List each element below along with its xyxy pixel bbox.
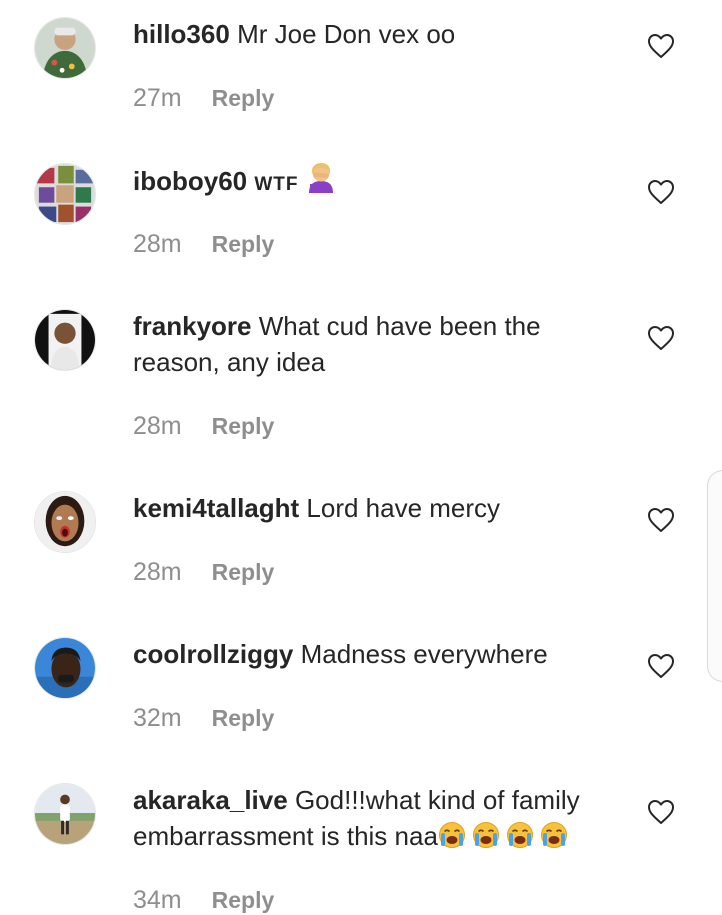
profile-photo-icon xyxy=(35,18,95,78)
like-heart-icon[interactable] xyxy=(647,507,675,533)
avatar[interactable] xyxy=(34,17,96,79)
comment-meta: 28m Reply xyxy=(133,229,274,259)
comment-text: hillo360 Mr Joe Don vex oo xyxy=(133,16,623,52)
avatar[interactable] xyxy=(34,637,96,699)
reply-button[interactable]: Reply xyxy=(212,231,275,257)
comment-timestamp: 28m xyxy=(133,558,182,586)
comment-username[interactable]: coolrollziggy xyxy=(133,639,293,669)
profile-photo-icon xyxy=(35,638,95,698)
profile-photo-icon xyxy=(35,784,95,844)
comment-meta: 32m Reply xyxy=(133,703,274,733)
loudly-crying-face-emoji xyxy=(438,821,466,849)
like-heart-icon[interactable] xyxy=(647,33,675,59)
avatar[interactable] xyxy=(34,783,96,845)
comment-username[interactable]: kemi4tallaght xyxy=(133,493,299,523)
comment-meta: 27m Reply xyxy=(133,83,274,113)
like-heart-icon[interactable] xyxy=(647,325,675,351)
comment-username[interactable]: frankyore xyxy=(133,311,252,341)
comment-timestamp: 27m xyxy=(133,84,182,112)
avatar[interactable] xyxy=(34,491,96,553)
comment-timestamp: 28m xyxy=(133,230,182,258)
comment-text: kemi4tallaght Lord have mercy xyxy=(133,490,623,526)
comment-body: WTF xyxy=(254,174,299,195)
reply-button[interactable]: Reply xyxy=(212,85,275,111)
comment-meta: 28m Reply xyxy=(133,557,274,587)
comment-body: Lord have mercy xyxy=(306,493,501,523)
comment-username[interactable]: iboboy60 xyxy=(133,166,247,196)
reply-button[interactable]: Reply xyxy=(212,559,275,585)
comment-text: coolrollziggy Madness everywhere xyxy=(133,636,623,672)
avatar[interactable] xyxy=(34,309,96,371)
comment-timestamp: 28m xyxy=(133,412,182,440)
like-heart-icon[interactable] xyxy=(647,799,675,825)
comment-username[interactable]: akaraka_live xyxy=(133,785,288,815)
profile-photo-icon xyxy=(35,164,95,224)
profile-photo-icon xyxy=(35,492,95,552)
reply-button[interactable]: Reply xyxy=(212,705,275,731)
side-panel-edge[interactable] xyxy=(707,470,722,682)
loudly-crying-face-emoji xyxy=(506,821,534,849)
comment-body: Madness everywhere xyxy=(300,639,548,669)
comment-timestamp: 32m xyxy=(133,704,182,732)
loudly-crying-face-emoji xyxy=(540,821,568,849)
comment-text: frankyore What cud have been the reason,… xyxy=(133,308,623,380)
avatar[interactable] xyxy=(34,163,96,225)
comment-username[interactable]: hillo360 xyxy=(133,19,230,49)
like-heart-icon[interactable] xyxy=(647,653,675,679)
loudly-crying-face-emoji xyxy=(472,821,500,849)
woman-facepalming-emoji xyxy=(306,162,336,194)
comment-text: akaraka_live God!!!what kind of family e… xyxy=(133,782,623,854)
like-heart-icon[interactable] xyxy=(647,179,675,205)
comment-body: Mr Joe Don vex oo xyxy=(237,19,456,49)
comment-meta: 28m Reply xyxy=(133,411,274,441)
comment-text: iboboy60 WTF xyxy=(133,162,623,203)
reply-button[interactable]: Reply xyxy=(212,887,275,913)
reply-button[interactable]: Reply xyxy=(212,413,275,439)
profile-photo-icon xyxy=(35,310,95,370)
